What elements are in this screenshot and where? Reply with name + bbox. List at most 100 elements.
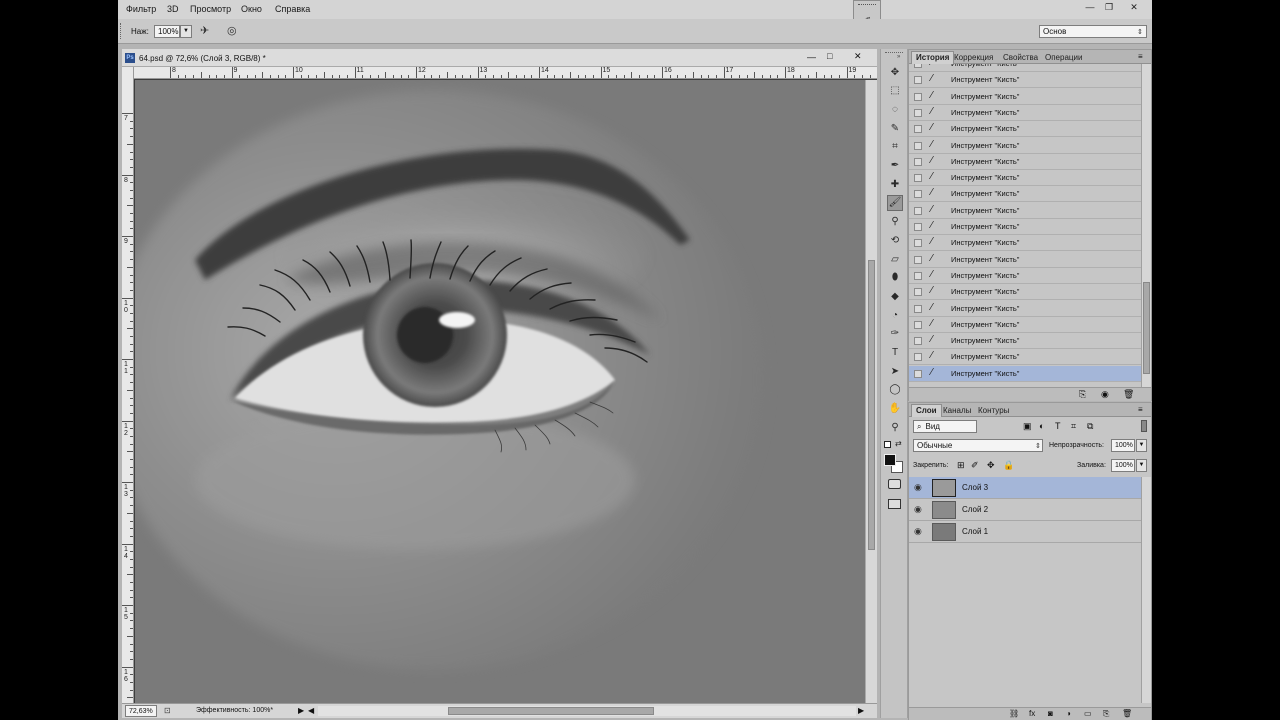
doc-close-button[interactable]: ✕ xyxy=(854,51,862,62)
history-source-checkbox[interactable] xyxy=(914,108,922,117)
layers-scrollbar[interactable] xyxy=(1141,477,1151,703)
tab-history[interactable]: История xyxy=(911,51,955,64)
new-group-icon[interactable]: ▭ xyxy=(1084,709,1092,718)
lock-transparency-icon[interactable]: ⊞ xyxy=(957,460,965,471)
history-source-checkbox[interactable] xyxy=(914,64,922,68)
horizontal-scrollbar[interactable] xyxy=(318,706,856,716)
tab-corrections[interactable]: Коррекция xyxy=(949,51,998,64)
ellipse-icon[interactable]: ◯ xyxy=(887,382,903,398)
menu-view[interactable]: Просмотр xyxy=(190,4,231,14)
restore-button[interactable]: ❐ xyxy=(1099,1,1119,14)
close-button[interactable]: ✕ xyxy=(1124,1,1144,14)
hand-icon[interactable]: ✋ xyxy=(887,401,903,417)
history-row[interactable]: ⁄ Инструмент "Кисть" xyxy=(909,349,1141,366)
menu-filter[interactable]: Фильтр xyxy=(126,4,156,14)
history-source-checkbox[interactable] xyxy=(914,288,922,297)
history-row[interactable]: ⁄ Инструмент "Кисть" xyxy=(909,121,1141,138)
history-row[interactable]: ⁄ Инструмент "Кисть" xyxy=(909,235,1141,252)
doc-info-icon[interactable]: ⊡ xyxy=(164,706,171,715)
eye-icon[interactable]: ◉ xyxy=(914,526,922,537)
history-source-checkbox[interactable] xyxy=(914,255,922,264)
layer-filter-select[interactable]: ⌕ Вид xyxy=(913,420,977,433)
filter-type-icon[interactable]: T xyxy=(1055,421,1061,431)
opacity-input[interactable]: 100% xyxy=(1111,439,1135,452)
layers-panel-menu-icon[interactable]: ≡ xyxy=(1138,405,1143,414)
pressure-input[interactable]: 100% xyxy=(154,25,180,38)
menu-help[interactable]: Справка xyxy=(275,4,310,14)
eye-icon[interactable]: ◉ xyxy=(914,482,922,493)
fill-dropdown[interactable]: ▼ xyxy=(1136,459,1147,472)
history-source-checkbox[interactable] xyxy=(914,271,922,280)
h-scroll-thumb[interactable] xyxy=(448,707,654,715)
add-mask-icon[interactable]: ◙ xyxy=(1048,709,1053,718)
history-row[interactable]: ⁄ Инструмент "Кисть" xyxy=(909,333,1141,350)
blur-icon[interactable]: ◆ xyxy=(887,288,903,304)
quick-mask-icon[interactable] xyxy=(888,479,901,489)
pressure-dropdown[interactable]: ▼ xyxy=(180,25,192,38)
tab-layers[interactable]: Слои xyxy=(911,404,942,417)
trash-icon[interactable]: 🗑 xyxy=(1123,389,1134,400)
new-doc-from-state-icon[interactable]: ⎘ xyxy=(1079,389,1086,400)
new-layer-icon[interactable]: ⎘ xyxy=(1103,709,1109,719)
scroll-thumb[interactable] xyxy=(868,260,875,550)
eraser-icon[interactable]: ▱ xyxy=(887,251,903,267)
history-source-checkbox[interactable] xyxy=(914,304,922,313)
clone-stamp-icon[interactable]: ⚲ xyxy=(887,214,903,230)
history-row[interactable]: ⁄ Инструмент "Кисть" xyxy=(909,154,1141,170)
fill-input[interactable]: 100% xyxy=(1111,459,1135,472)
default-colors-icon[interactable] xyxy=(884,441,891,448)
history-source-checkbox[interactable] xyxy=(914,76,922,85)
canvas[interactable] xyxy=(135,80,865,703)
history-row[interactable]: ⁄ Инструмент "Кисть" xyxy=(909,203,1141,219)
history-brush-icon[interactable]: ⟲ xyxy=(887,232,903,248)
doc-restore-button[interactable]: □ xyxy=(827,51,832,61)
history-source-checkbox[interactable] xyxy=(914,239,922,248)
status-menu-arrow[interactable]: ▶ xyxy=(298,706,304,715)
document-tab[interactable]: Ps 64.psd @ 72,6% (Слой 3, RGB/8) * — □ … xyxy=(122,49,877,67)
eyedropper-icon[interactable]: ✒ xyxy=(887,158,903,174)
menu-3d[interactable]: 3D xyxy=(167,4,179,14)
history-source-checkbox[interactable] xyxy=(914,353,922,362)
history-row[interactable]: ⁄ Инструмент "Кисть" xyxy=(909,105,1141,121)
filter-adjust-icon[interactable]: ◐ xyxy=(1039,421,1044,431)
vertical-scrollbar[interactable] xyxy=(865,80,877,703)
filter-pixel-icon[interactable]: ▣ xyxy=(1023,421,1032,432)
history-source-checkbox[interactable] xyxy=(914,174,922,183)
swap-colors-icon[interactable]: ⇄ xyxy=(895,439,902,448)
filter-smart-icon[interactable]: ⧉ xyxy=(1087,421,1093,432)
history-source-checkbox[interactable] xyxy=(914,190,922,199)
history-row[interactable]: ⁄ Инструмент "Кисть" xyxy=(909,64,1141,72)
adjustment-layer-icon[interactable]: ◑ xyxy=(1066,709,1071,718)
history-row[interactable]: ⁄ Инструмент "Кисть" xyxy=(909,317,1141,333)
snapshot-icon[interactable]: ◉ xyxy=(1101,389,1109,400)
healing-icon[interactable]: ✚ xyxy=(887,176,903,192)
history-row[interactable]: ⁄ Инструмент "Кисть" xyxy=(909,219,1141,235)
path-select-icon[interactable]: ➤ xyxy=(887,363,903,379)
history-source-checkbox[interactable] xyxy=(914,369,922,378)
lock-position-icon[interactable]: ✥ xyxy=(987,460,995,471)
history-scrollbar[interactable] xyxy=(1141,64,1151,387)
layer-row[interactable]: ◉ Слой 2 xyxy=(909,499,1141,521)
tab-channels[interactable]: Каналы xyxy=(938,404,976,417)
history-row[interactable]: ⁄ Инструмент "Кисть" xyxy=(909,186,1141,203)
history-row[interactable]: ⁄ Инструмент "Кисть" xyxy=(909,301,1141,317)
doc-minimize-button[interactable]: — xyxy=(807,52,816,62)
paint-bucket-icon[interactable]: ⬮ xyxy=(887,270,903,286)
history-row[interactable]: ⁄ Инструмент "Кисть" xyxy=(909,268,1141,284)
tab-paths[interactable]: Контуры xyxy=(973,404,1014,417)
lock-pixels-icon[interactable]: ✐ xyxy=(971,460,979,471)
move-icon[interactable]: ✥ xyxy=(887,64,903,80)
history-source-checkbox[interactable] xyxy=(914,223,922,231)
history-row[interactable]: ⁄ Инструмент "Кисть" xyxy=(909,365,1141,382)
scroll-left-arrow[interactable]: ◀ xyxy=(308,706,314,715)
quick-select-icon[interactable]: ✎ xyxy=(887,120,903,136)
eye-icon[interactable]: ◉ xyxy=(914,504,922,515)
workspace-select[interactable]: Основ xyxy=(1039,25,1147,38)
dodge-icon[interactable]: ◔ xyxy=(887,307,903,323)
history-source-checkbox[interactable] xyxy=(914,92,922,101)
tools-collapse-icon[interactable]: » xyxy=(897,54,900,60)
filter-toggle-icon[interactable] xyxy=(1141,420,1147,432)
zoom-icon[interactable]: ⚲ xyxy=(887,419,903,435)
history-source-checkbox[interactable] xyxy=(914,157,922,166)
type-icon[interactable]: T xyxy=(887,345,903,361)
